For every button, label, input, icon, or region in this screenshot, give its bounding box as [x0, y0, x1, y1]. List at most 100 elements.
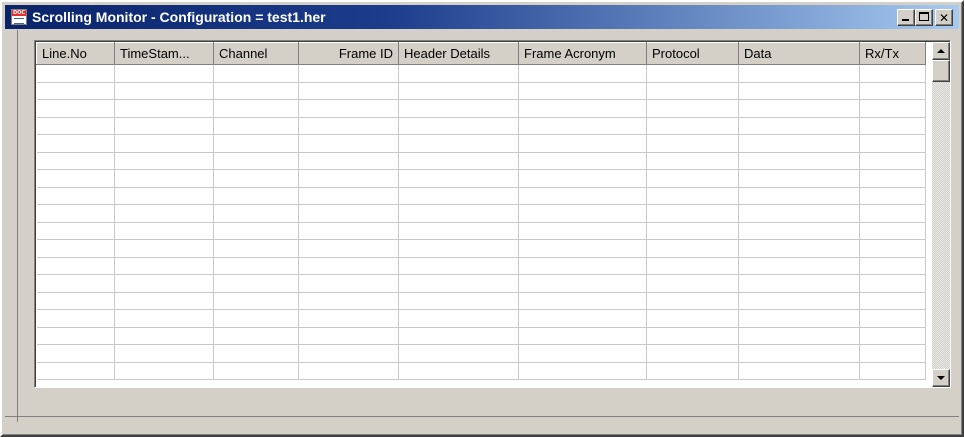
table-row[interactable] — [36, 274, 926, 293]
document-icon[interactable]: DOC — [11, 9, 27, 25]
close-button[interactable]: ✕ — [935, 9, 953, 26]
table-row[interactable] — [36, 169, 926, 188]
table-cell — [646, 204, 739, 223]
table-cell — [114, 82, 214, 100]
table-cell — [114, 327, 214, 345]
table-cell — [36, 274, 115, 293]
table-cell — [738, 64, 860, 83]
maximize-button[interactable] — [915, 9, 933, 26]
table-cell — [738, 274, 860, 293]
table-row[interactable] — [36, 257, 926, 275]
table-row[interactable] — [36, 187, 926, 205]
table-cell — [646, 99, 739, 118]
table-cell — [518, 169, 647, 188]
table-cell — [114, 344, 214, 363]
table-cell — [36, 327, 115, 345]
minimize-button[interactable] — [897, 9, 915, 26]
table-cell — [646, 344, 739, 363]
table-cell — [36, 292, 115, 310]
table-row[interactable] — [36, 117, 926, 135]
table-cell — [859, 292, 926, 310]
table-cell — [646, 309, 739, 328]
table-cell — [36, 169, 115, 188]
table-row[interactable] — [36, 152, 926, 170]
table-cell — [213, 169, 299, 188]
column-header-channel[interactable]: Channel — [213, 42, 299, 65]
table-cell — [298, 222, 399, 240]
table-cell — [36, 362, 115, 380]
table-cell — [518, 99, 647, 118]
table-cell — [518, 274, 647, 293]
table-cell — [738, 362, 860, 380]
table-cell — [213, 239, 299, 258]
scroll-up-button[interactable] — [932, 42, 950, 60]
table-cell — [859, 64, 926, 83]
scrolling-monitor-window: DOC Scrolling Monitor - Configuration = … — [0, 0, 964, 437]
vertical-scrollbar[interactable] — [932, 42, 950, 387]
table-row[interactable] — [36, 362, 926, 380]
table-cell — [738, 82, 860, 100]
table-cell — [298, 152, 399, 170]
table-cell — [298, 257, 399, 275]
table-cell — [213, 117, 299, 135]
table-cell — [36, 222, 115, 240]
table-cell — [518, 152, 647, 170]
scroll-down-button[interactable] — [932, 369, 950, 387]
table-cell — [213, 187, 299, 205]
table-cell — [298, 134, 399, 153]
column-header-frame-acronym[interactable]: Frame Acronym — [518, 42, 647, 65]
message-grid[interactable]: Line.No TimeStam... Channel Frame ID Hea… — [35, 41, 950, 387]
table-cell — [518, 222, 647, 240]
table-row[interactable] — [36, 292, 926, 310]
table-row[interactable] — [36, 222, 926, 240]
column-header-rx-tx[interactable]: Rx/Tx — [859, 42, 926, 65]
table-row[interactable] — [36, 344, 926, 363]
title-bar[interactable]: DOC Scrolling Monitor - Configuration = … — [5, 5, 959, 29]
table-cell — [738, 187, 860, 205]
table-cell — [114, 169, 214, 188]
table-cell — [213, 222, 299, 240]
left-divider — [12, 30, 18, 422]
table-cell — [398, 204, 519, 223]
column-header-timestamp[interactable]: TimeStam... — [114, 42, 214, 65]
table-cell — [114, 187, 214, 205]
table-cell — [398, 292, 519, 310]
table-cell — [738, 134, 860, 153]
column-header-line-no[interactable]: Line.No — [36, 42, 115, 65]
column-header-frame-id[interactable]: Frame ID — [298, 42, 399, 65]
table-cell — [646, 222, 739, 240]
table-cell — [518, 204, 647, 223]
title-buttons: ✕ — [897, 9, 953, 26]
table-row[interactable] — [36, 64, 926, 83]
table-cell — [646, 187, 739, 205]
table-row[interactable] — [36, 327, 926, 345]
table-cell — [859, 222, 926, 240]
table-row[interactable] — [36, 99, 926, 118]
table-cell — [213, 64, 299, 83]
message-table: Line.No TimeStam... Channel Frame ID Hea… — [36, 42, 926, 380]
table-cell — [398, 99, 519, 118]
table-cell — [298, 204, 399, 223]
column-header-header-details[interactable]: Header Details — [398, 42, 519, 65]
table-cell — [859, 327, 926, 345]
table-cell — [36, 344, 115, 363]
table-cell — [738, 169, 860, 188]
table-cell — [518, 117, 647, 135]
table-row[interactable] — [36, 309, 926, 328]
table-cell — [738, 117, 860, 135]
table-cell — [213, 274, 299, 293]
table-row[interactable] — [36, 134, 926, 153]
column-header-protocol[interactable]: Protocol — [646, 42, 739, 65]
table-cell — [398, 169, 519, 188]
table-row[interactable] — [36, 204, 926, 223]
table-cell — [213, 292, 299, 310]
scroll-thumb[interactable] — [932, 60, 950, 82]
table-row[interactable] — [36, 82, 926, 100]
table-cell — [518, 134, 647, 153]
table-cell — [114, 239, 214, 258]
column-header-data[interactable]: Data — [738, 42, 860, 65]
close-icon: ✕ — [938, 10, 950, 25]
grid-body — [36, 64, 926, 380]
table-cell — [646, 274, 739, 293]
table-row[interactable] — [36, 239, 926, 258]
